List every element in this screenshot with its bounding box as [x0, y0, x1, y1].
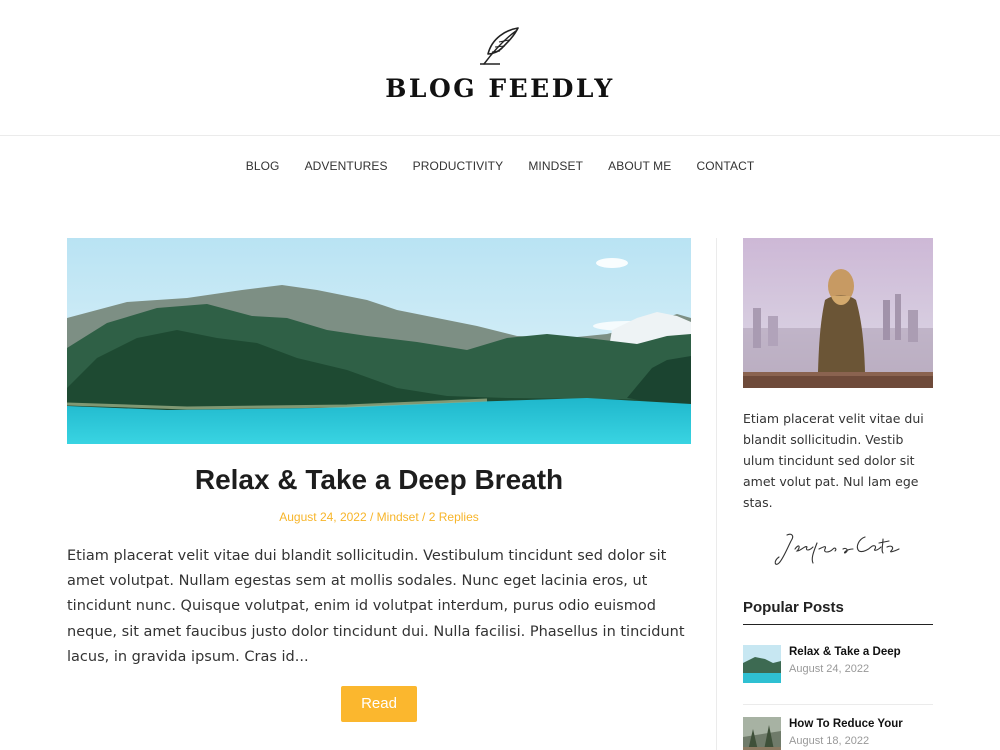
popular-post-date: August 24, 2022	[789, 663, 870, 675]
popular-post-title[interactable]: Relax & Take a Deep	[789, 646, 933, 658]
nav-item-about-me[interactable]: ABOUT ME	[608, 159, 671, 173]
author-photo[interactable]	[743, 238, 933, 388]
feather-icon[interactable]	[478, 24, 522, 68]
post-featured-image[interactable]	[67, 238, 691, 444]
popular-post-thumbnail[interactable]	[743, 717, 781, 750]
popular-post-date: August 18, 2022	[789, 735, 870, 747]
post-meta: August 24, 2022 / Mindset / 2 Replies	[67, 510, 691, 524]
popular-post-thumbnail[interactable]	[743, 645, 781, 683]
nav-item-contact[interactable]: CONTACT	[696, 159, 754, 173]
meta-separator: /	[418, 510, 429, 524]
read-wrap: Read	[67, 686, 691, 723]
main-nav: BLOG ADVENTURES PRODUCTIVITY MINDSET ABO…	[0, 155, 1000, 174]
post-excerpt: Etiam placerat velit vitae dui blandit s…	[67, 548, 685, 665]
popular-post-item[interactable]: How To Reduce Your August 18, 2022	[743, 705, 933, 750]
popular-post-item[interactable]: Relax & Take a Deep August 24, 2022	[743, 645, 933, 705]
signature-image	[774, 533, 900, 565]
main-content: Relax & Take a Deep Breath August 24, 20…	[67, 238, 691, 723]
nav-item-mindset[interactable]: MINDSET	[528, 159, 583, 173]
site-title[interactable]: BLOG FEEDLY	[0, 74, 1000, 103]
site-header: BLOG FEEDLY	[0, 0, 1000, 136]
sidebar: Etiam placerat velit vitae dui blandit s…	[743, 238, 933, 750]
nav-item-productivity[interactable]: PRODUCTIVITY	[413, 159, 504, 173]
popular-post-title[interactable]: How To Reduce Your	[789, 718, 933, 730]
sidebar-divider	[716, 238, 717, 750]
popular-posts-list: Relax & Take a Deep August 24, 2022 How …	[743, 645, 933, 750]
post-category[interactable]: Mindset	[377, 510, 419, 524]
post-date[interactable]: August 24, 2022	[279, 510, 366, 524]
meta-separator: /	[366, 510, 377, 524]
popular-post-text: Relax & Take a Deep August 24, 2022	[789, 645, 933, 704]
nav-item-blog[interactable]: BLOG	[246, 159, 280, 173]
nav-item-adventures[interactable]: ADVENTURES	[305, 159, 388, 173]
post-title[interactable]: Relax & Take a Deep Breath	[67, 464, 691, 496]
author-bio: Etiam placerat velit vitae dui blandit s…	[743, 411, 924, 510]
post-replies[interactable]: 2 Replies	[429, 510, 479, 524]
popular-posts-heading: Popular Posts	[743, 599, 933, 625]
popular-post-text: How To Reduce Your August 18, 2022	[789, 717, 933, 750]
read-button[interactable]: Read	[341, 686, 417, 723]
